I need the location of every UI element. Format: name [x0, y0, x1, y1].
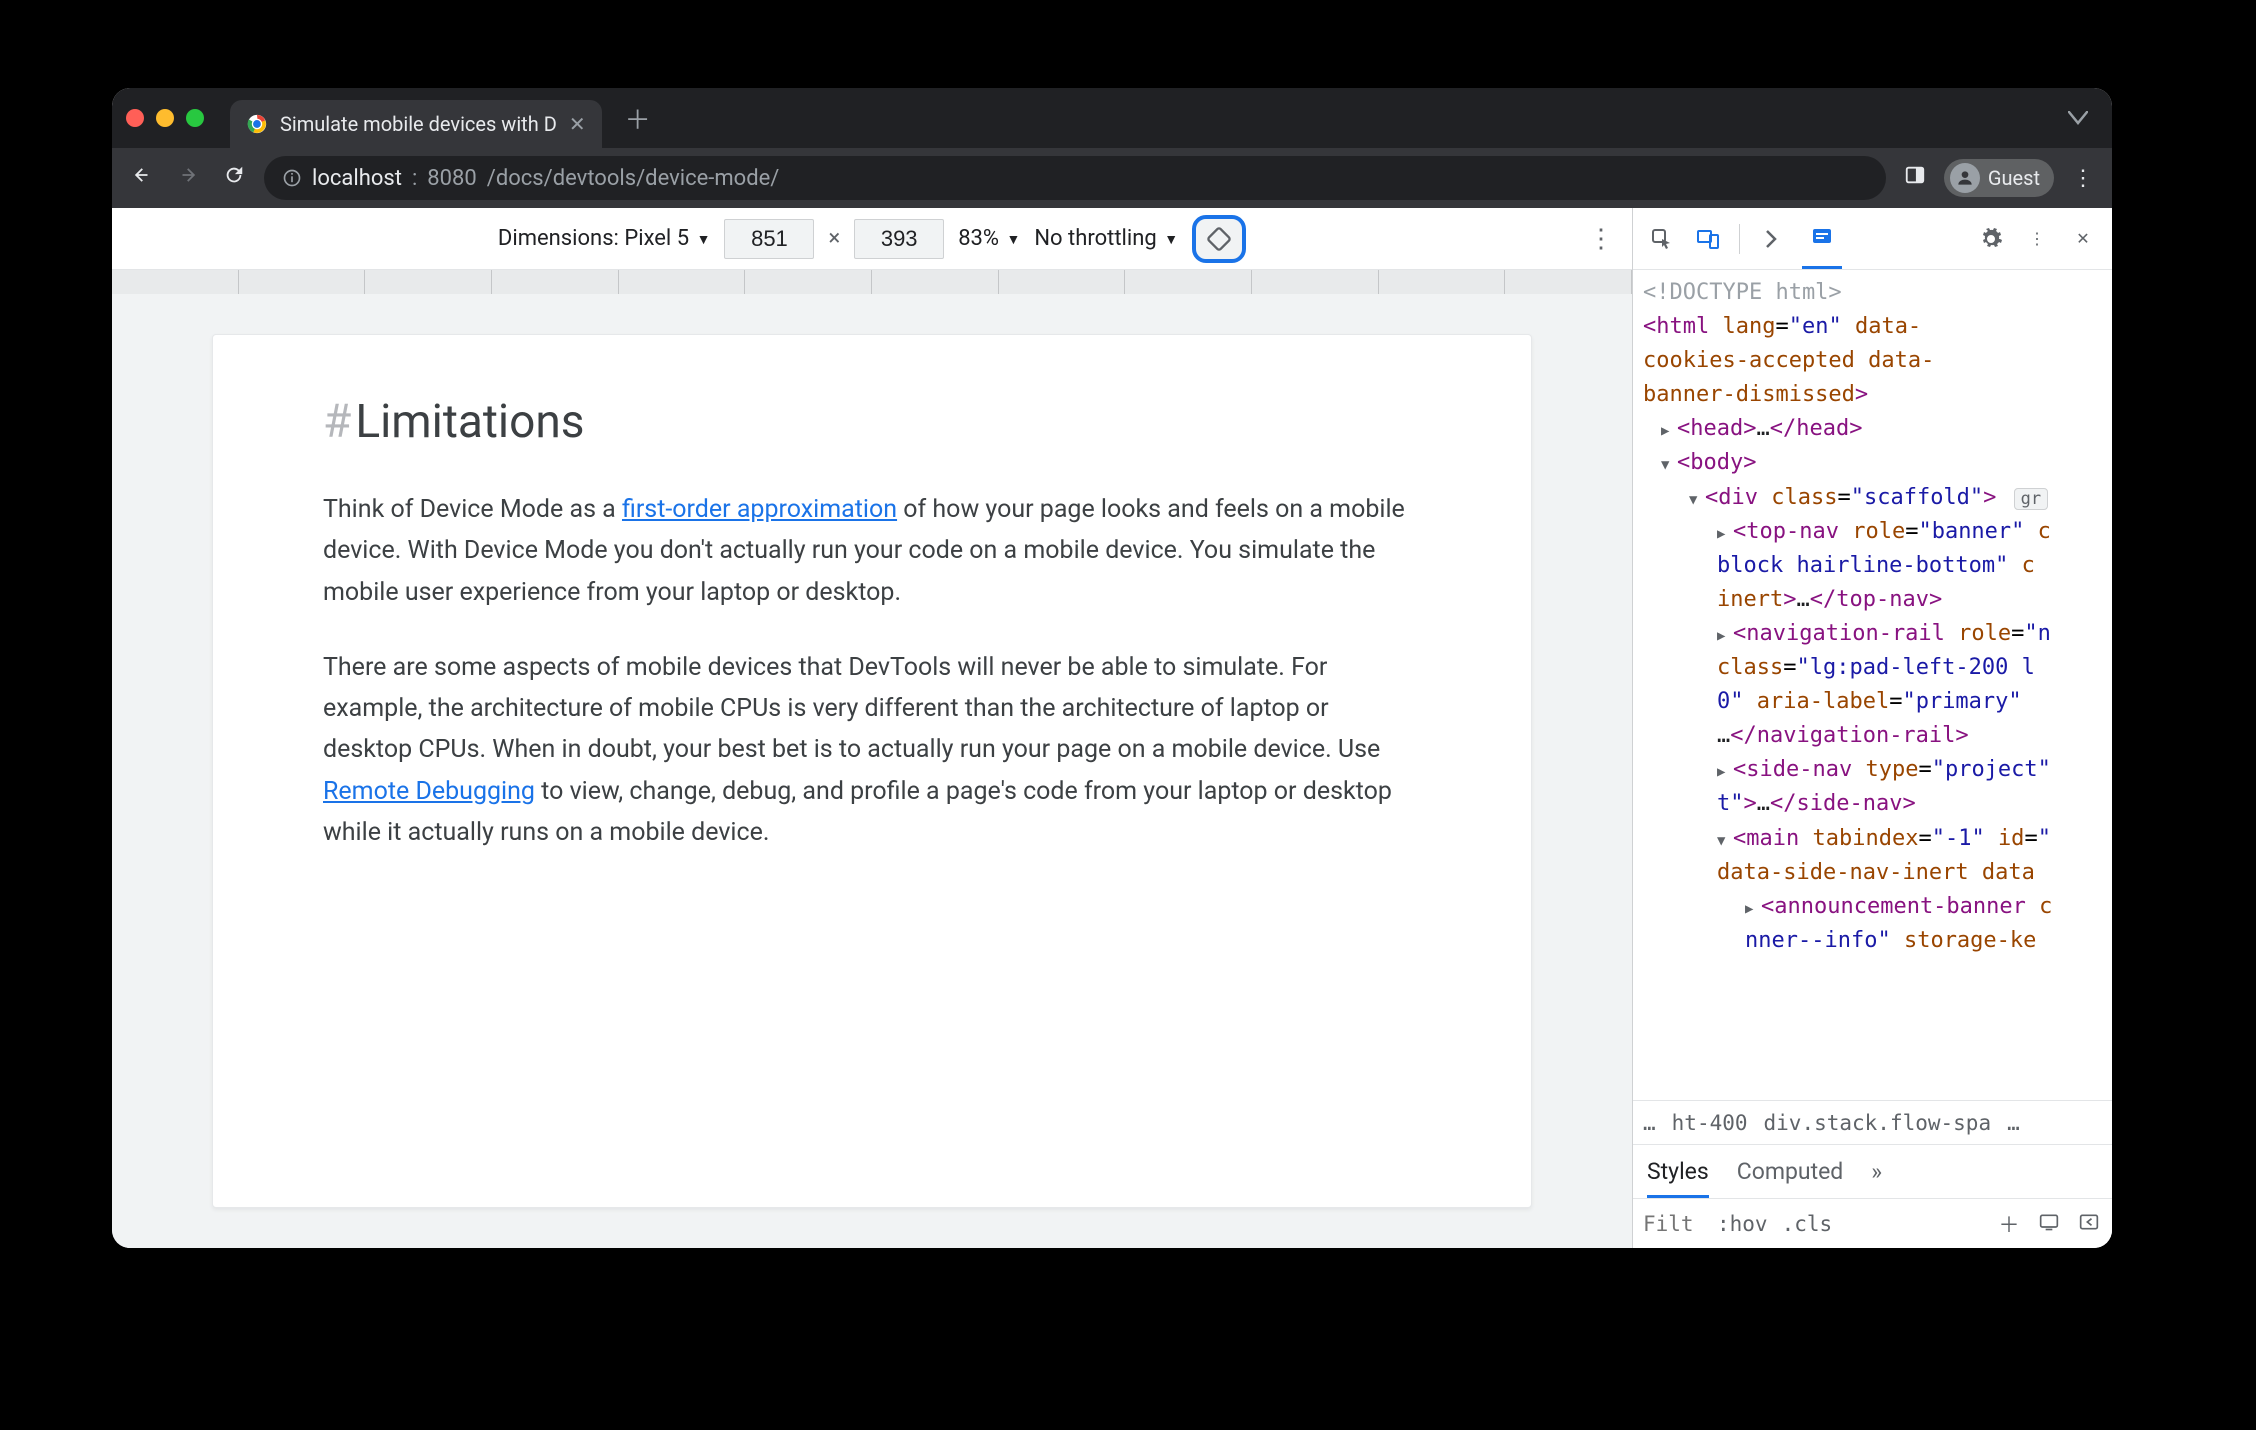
forward-button[interactable]	[172, 164, 204, 192]
paragraph-1: Think of Device Mode as a first-order ap…	[323, 489, 1421, 613]
browser-menu-icon[interactable]: ⋮	[2068, 166, 2098, 191]
head-line[interactable]: <head>…</head>	[1643, 412, 2106, 446]
dom-breadcrumb[interactable]: … ht-400 div.stack.flow-spa …	[1633, 1100, 2112, 1144]
new-style-rule-icon[interactable]: ＋	[1996, 1209, 2022, 1239]
caret-down-icon: ▼	[1007, 232, 1021, 248]
width-input[interactable]	[724, 219, 814, 259]
inspect-element-icon[interactable]	[1647, 224, 1677, 254]
caret-down-icon: ▼	[697, 232, 711, 248]
devtools-close-icon[interactable]: ✕	[2068, 224, 2098, 254]
scaffold-line[interactable]: <div class="scaffold"> gr	[1643, 481, 2106, 515]
avatar-icon	[1950, 163, 1980, 193]
tab-title: Simulate mobile devices with D	[280, 112, 557, 136]
devtools-panel: ⋮ ✕ <!DOCTYPE html> <html lang="en" data…	[1632, 208, 2112, 1248]
reload-button[interactable]	[218, 164, 250, 192]
side-panel-icon[interactable]	[1900, 164, 1930, 192]
chrome-favicon-icon	[246, 113, 268, 135]
back-button[interactable]	[126, 164, 158, 192]
minimize-window-button[interactable]	[156, 109, 174, 127]
close-window-button[interactable]	[126, 109, 144, 127]
device-toolbar-more-icon[interactable]: ⋮	[1588, 224, 1614, 254]
device-toolbar: Dimensions: Pixel 5 ▼ × 83% ▼ No throttl…	[112, 208, 1632, 270]
page-content: #Limitations Think of Device Mode as a f…	[212, 334, 1532, 1208]
profile-label: Guest	[1988, 166, 2040, 190]
paragraph-2: There are some aspects of mobile devices…	[323, 647, 1421, 853]
devtools-more-icon[interactable]: ⋮	[2022, 224, 2052, 254]
nav-rail-line[interactable]: <navigation-rail role="n	[1643, 617, 2106, 651]
caret-down-icon: ▼	[1164, 232, 1178, 248]
styles-filter-input[interactable]	[1643, 1212, 1703, 1236]
toggle-sidebar-icon[interactable]	[2076, 1212, 2102, 1236]
dimension-separator: ×	[828, 226, 840, 251]
remote-debugging-link[interactable]: Remote Debugging	[323, 777, 535, 806]
elements-panel-tab[interactable]	[1802, 209, 1842, 269]
address-bar: localhost:8080/docs/devtools/device-mode…	[112, 148, 2112, 208]
omnibox[interactable]: localhost:8080/docs/devtools/device-mode…	[264, 156, 1886, 200]
url-host: localhost	[312, 166, 402, 191]
device-viewport-column: Dimensions: Pixel 5 ▼ × 83% ▼ No throttl…	[112, 208, 1632, 1248]
computed-tab[interactable]: Computed	[1737, 1158, 1844, 1185]
maximize-window-button[interactable]	[186, 109, 204, 127]
doctype-line: <!DOCTYPE html>	[1643, 276, 2106, 310]
rotate-device-button[interactable]	[1192, 215, 1246, 263]
zoom-dropdown[interactable]: 83% ▼	[958, 226, 1020, 251]
device-frame: #Limitations Think of Device Mode as a f…	[112, 294, 1632, 1248]
window-controls	[126, 109, 204, 127]
throttling-dropdown[interactable]: No throttling ▼	[1034, 226, 1178, 251]
panel-chevron-icon[interactable]	[1756, 224, 1786, 254]
announcement-banner-line[interactable]: <announcement-banner c	[1643, 890, 2106, 924]
new-tab-button[interactable]: ＋	[618, 98, 658, 138]
devtools-toolbar: ⋮ ✕	[1633, 208, 2112, 270]
html-open-line[interactable]: <html lang="en" data-	[1643, 310, 2106, 344]
dom-tree[interactable]: <!DOCTYPE html> <html lang="en" data- co…	[1633, 270, 2112, 1100]
styles-tab-bar: Styles Computed »	[1633, 1144, 2112, 1198]
profile-button[interactable]: Guest	[1944, 159, 2054, 197]
browser-window: Simulate mobile devices with D ✕ ＋ local…	[112, 88, 2112, 1248]
close-tab-icon[interactable]: ✕	[569, 112, 586, 136]
browser-tab[interactable]: Simulate mobile devices with D ✕	[230, 100, 602, 148]
main-line[interactable]: <main tabindex="-1" id="	[1643, 822, 2106, 856]
device-toggle-icon[interactable]	[1693, 224, 1723, 254]
top-nav-line[interactable]: <top-nav role="banner" c	[1643, 515, 2106, 549]
hov-toggle[interactable]: :hov	[1717, 1212, 1768, 1236]
side-nav-line[interactable]: <side-nav type="project"	[1643, 753, 2106, 787]
dimensions-dropdown[interactable]: Dimensions: Pixel 5 ▼	[498, 226, 711, 251]
settings-gear-icon[interactable]	[1976, 224, 2006, 254]
tabs-menu-icon[interactable]	[2068, 106, 2098, 131]
responsive-ruler[interactable]	[112, 270, 1632, 294]
cls-toggle[interactable]: .cls	[1782, 1212, 1833, 1236]
styles-toolbar: :hov .cls ＋	[1633, 1198, 2112, 1248]
height-input[interactable]	[854, 219, 944, 259]
tab-strip: Simulate mobile devices with D ✕ ＋	[112, 88, 2112, 148]
site-info-icon[interactable]	[282, 168, 302, 188]
computed-styles-icon[interactable]	[2036, 1212, 2062, 1236]
body-line[interactable]: <body>	[1643, 446, 2106, 480]
styles-tab[interactable]: Styles	[1647, 1145, 1709, 1198]
more-tabs-icon[interactable]: »	[1871, 1158, 1882, 1185]
anchor-hash[interactable]: #	[323, 395, 351, 449]
url-port: 8080	[427, 166, 476, 191]
page-heading: #Limitations	[323, 395, 1421, 449]
url-path: /docs/devtools/device-mode/	[487, 166, 780, 191]
first-order-approximation-link[interactable]: first-order approximation	[622, 495, 897, 524]
